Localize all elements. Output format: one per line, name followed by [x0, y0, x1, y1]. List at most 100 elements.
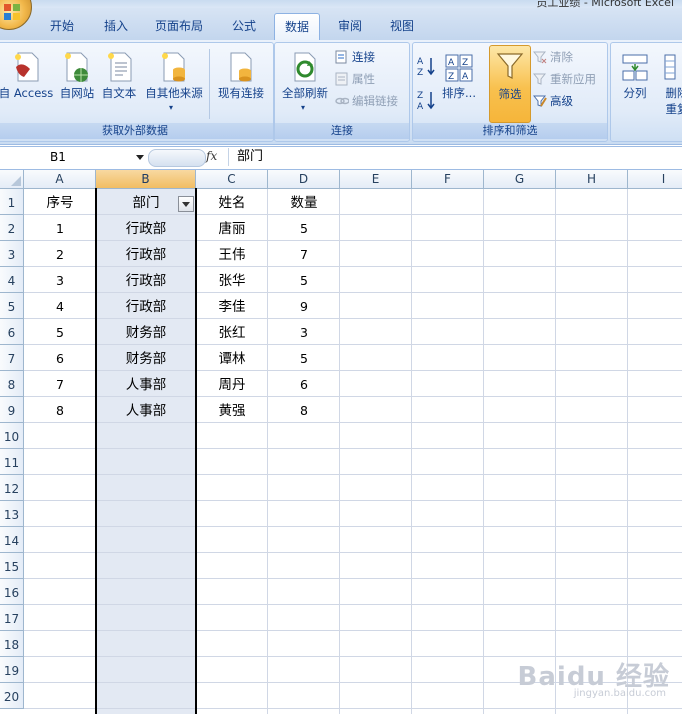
table-cell[interactable]: 行政部 [96, 241, 196, 267]
table-cell[interactable]: 人事部 [96, 371, 196, 397]
formula-bar-expand-handle[interactable] [148, 149, 206, 167]
row-header[interactable]: 12 [0, 475, 24, 501]
table-cell[interactable]: 6 [24, 345, 96, 371]
row-header[interactable]: 10 [0, 423, 24, 449]
row-header[interactable]: 6 [0, 319, 24, 345]
table-cell[interactable]: 5 [268, 345, 340, 371]
table-cell[interactable]: 6 [268, 371, 340, 397]
tab-view[interactable]: 视图 [384, 16, 420, 38]
row-header[interactable]: 11 [0, 449, 24, 475]
table-cell[interactable]: 唐丽 [196, 215, 268, 241]
column-header-i[interactable]: I [628, 170, 682, 189]
clear-filter-button[interactable]: 清除 [533, 47, 573, 67]
name-box-dropdown-icon[interactable] [136, 155, 144, 160]
table-header-cell[interactable]: 数量 [268, 189, 340, 215]
row-header[interactable]: 14 [0, 527, 24, 553]
column-header-g[interactable]: G [484, 170, 556, 189]
table-header-cell[interactable]: 姓名 [196, 189, 268, 215]
row-header[interactable]: 9 [0, 397, 24, 423]
table-cell[interactable]: 行政部 [96, 215, 196, 241]
table-cell[interactable]: 人事部 [96, 397, 196, 423]
table-cell[interactable]: 行政部 [96, 293, 196, 319]
row-header[interactable]: 20 [0, 683, 24, 709]
tab-insert[interactable]: 插入 [98, 16, 134, 38]
table-cell[interactable]: 财务部 [96, 345, 196, 371]
row-header[interactable]: 3 [0, 241, 24, 267]
sort-label: 排序... [442, 86, 476, 100]
remove-duplicates-button[interactable]: 删除 重复 [657, 45, 682, 121]
advanced-filter-button[interactable]: 高级 [533, 91, 573, 111]
table-cell[interactable]: 3 [268, 319, 340, 345]
row-header[interactable]: 18 [0, 631, 24, 657]
sort-ascending-button[interactable]: A Z [417, 55, 437, 78]
row-header[interactable]: 7 [0, 345, 24, 371]
sort-descending-button[interactable]: Z A [417, 89, 437, 112]
row-header[interactable]: 1 [0, 189, 24, 215]
table-cell[interactable]: 财务部 [96, 319, 196, 345]
table-cell[interactable]: 7 [268, 241, 340, 267]
tab-formulas[interactable]: 公式 [226, 16, 262, 38]
edit-links-button[interactable]: 编辑链接 [335, 91, 398, 111]
row-header[interactable]: 19 [0, 657, 24, 683]
row-header[interactable]: 15 [0, 553, 24, 579]
table-cell[interactable]: 行政部 [96, 267, 196, 293]
row-header[interactable]: 13 [0, 501, 24, 527]
table-cell[interactable]: 9 [268, 293, 340, 319]
column-header-e[interactable]: E [340, 170, 412, 189]
table-cell[interactable]: 3 [24, 267, 96, 293]
properties-button[interactable]: 属性 [335, 69, 375, 89]
row-header[interactable]: 16 [0, 579, 24, 605]
table-cell[interactable]: 7 [24, 371, 96, 397]
text-to-columns-icon [622, 54, 648, 81]
from-access-button[interactable]: 自 Access [0, 45, 55, 121]
table-cell[interactable]: 4 [24, 293, 96, 319]
filter-button[interactable]: 筛选 [489, 45, 531, 123]
row-header[interactable]: 17 [0, 605, 24, 631]
row-header[interactable]: 4 [0, 267, 24, 293]
table-cell[interactable]: 张红 [196, 319, 268, 345]
from-text-button[interactable]: 自文本 [97, 45, 141, 121]
name-box[interactable]: B1 [4, 149, 144, 166]
tab-data[interactable]: 数据 [274, 13, 320, 41]
formula-input[interactable]: 部门 [228, 148, 682, 166]
row-header[interactable]: 2 [0, 215, 24, 241]
gridline [24, 526, 682, 527]
table-cell[interactable]: 5 [24, 319, 96, 345]
table-cell[interactable]: 周丹 [196, 371, 268, 397]
column-header-c[interactable]: C [196, 170, 268, 189]
table-cell[interactable]: 5 [268, 215, 340, 241]
row-header[interactable]: 8 [0, 371, 24, 397]
reapply-button[interactable]: 重新应用 [533, 69, 596, 89]
connections-button[interactable]: 连接 [335, 47, 375, 67]
row-header[interactable]: 5 [0, 293, 24, 319]
text-to-columns-button[interactable]: 分列 [613, 45, 657, 121]
table-cell[interactable]: 谭林 [196, 345, 268, 371]
select-all-button[interactable] [0, 170, 24, 189]
tab-page-layout[interactable]: 页面布局 [148, 16, 210, 38]
worksheet-grid[interactable]: A B C D E F G H I 1 2 3 4 5 6 7 8 9 10 1… [0, 170, 682, 714]
from-web-button[interactable]: 自网站 [57, 45, 97, 121]
column-header-a[interactable]: A [24, 170, 96, 189]
refresh-all-button[interactable]: 全部刷新 ▾ [277, 45, 333, 121]
insert-function-icon[interactable]: fx [206, 149, 217, 163]
column-header-h[interactable]: H [556, 170, 628, 189]
sort-button[interactable]: A Z Z A 排序... [441, 45, 477, 121]
from-other-sources-button[interactable]: 自其他来源 ▾ [141, 45, 207, 121]
table-cell[interactable]: 张华 [196, 267, 268, 293]
table-cell[interactable]: 王伟 [196, 241, 268, 267]
column-header-d[interactable]: D [268, 170, 340, 189]
table-header-cell[interactable]: 序号 [24, 189, 96, 215]
table-cell[interactable]: 8 [24, 397, 96, 423]
table-cell[interactable]: 黄强 [196, 397, 268, 423]
table-cell[interactable]: 8 [268, 397, 340, 423]
tab-review[interactable]: 审阅 [332, 16, 368, 38]
column-header-b[interactable]: B [96, 170, 196, 189]
table-cell[interactable]: 李佳 [196, 293, 268, 319]
tab-home[interactable]: 开始 [44, 16, 80, 38]
table-cell[interactable]: 1 [24, 215, 96, 241]
existing-connections-button[interactable]: 现有连接 [213, 45, 269, 121]
column-header-f[interactable]: F [412, 170, 484, 189]
table-cell[interactable]: 5 [268, 267, 340, 293]
autofilter-dropdown-button[interactable] [178, 196, 194, 212]
table-cell[interactable]: 2 [24, 241, 96, 267]
